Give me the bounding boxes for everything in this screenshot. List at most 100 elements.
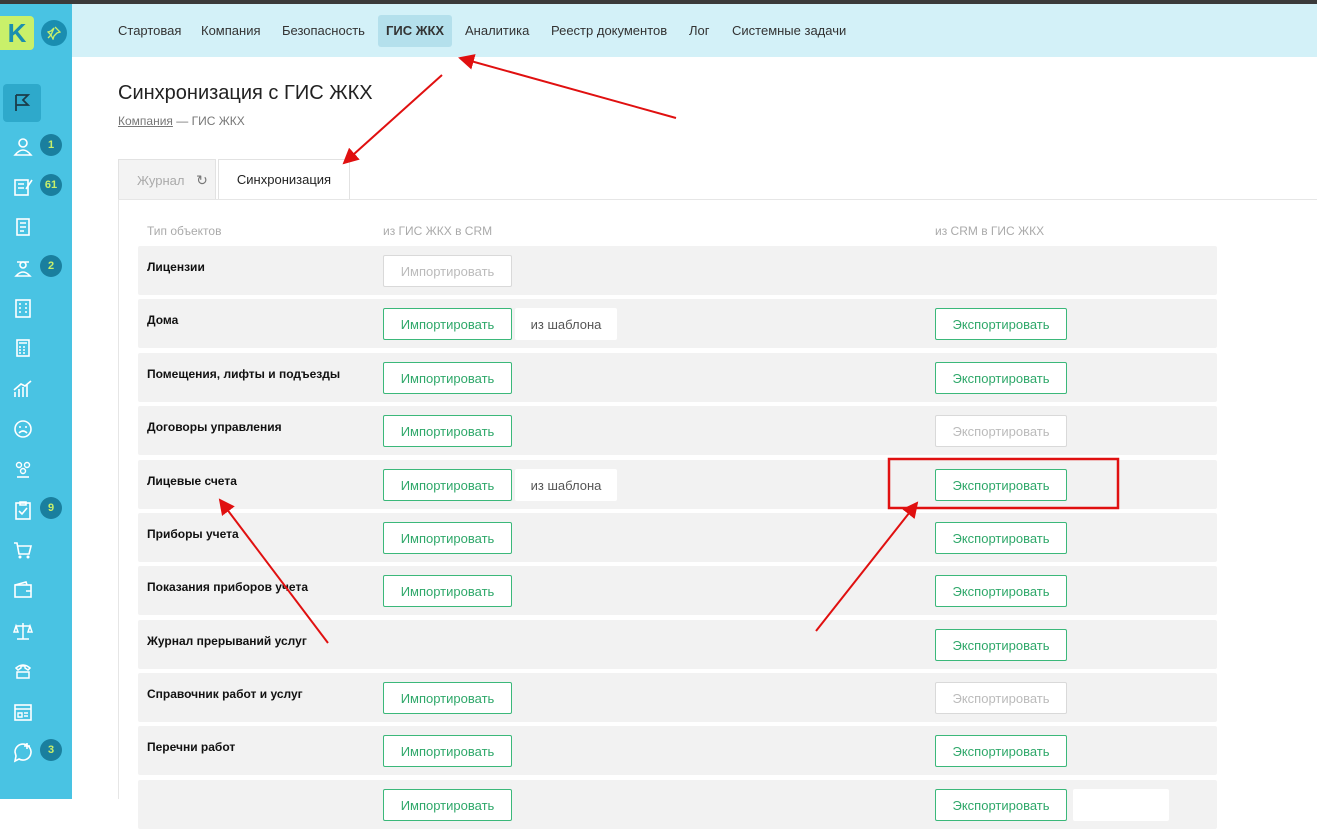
nav-gis-zhkh[interactable]: ГИС ЖКХ	[378, 15, 453, 47]
import-button[interactable]: Импортировать	[383, 735, 512, 767]
chart-icon	[9, 375, 37, 403]
import-button[interactable]: Импортировать	[383, 575, 512, 607]
export-button[interactable]: Экспортировать	[935, 415, 1067, 447]
sidebar-item-calculator[interactable]	[0, 330, 72, 370]
table-row: Перечни работ Импортировать Экспортировать	[138, 726, 1217, 775]
sidebar-item-sad-face[interactable]	[0, 411, 72, 451]
export-button[interactable]: Экспортировать	[935, 575, 1067, 607]
nav-log[interactable]: Лог	[681, 15, 718, 47]
cart-icon	[9, 536, 37, 564]
scales-icon	[9, 617, 37, 645]
group-icon	[9, 455, 37, 483]
export-button[interactable]: Экспортировать	[935, 362, 1067, 394]
tab-journal[interactable]: Журнал ↻	[118, 159, 216, 199]
from-template-button[interactable]: из шаблона	[515, 469, 617, 501]
nav-analytics[interactable]: Аналитика	[457, 15, 537, 47]
refresh-icon[interactable]: ↻	[196, 172, 208, 188]
import-button[interactable]: Импортировать	[383, 415, 512, 447]
sidebar-item-scales[interactable]	[0, 613, 72, 653]
page-title: Синхронизация с ГИС ЖКХ	[118, 82, 373, 104]
breadcrumb-link-company[interactable]: Компания	[118, 114, 173, 128]
breadcrumb-current: ГИС ЖКХ	[191, 114, 245, 128]
tab-sync[interactable]: Синхронизация	[218, 159, 350, 199]
nav-security[interactable]: Безопасность	[274, 15, 373, 47]
table-row: Приборы учета Импортировать Экспортировать	[138, 513, 1217, 562]
extra-button[interactable]	[1073, 789, 1169, 821]
clipboard-check-icon	[9, 496, 37, 524]
export-button[interactable]: Экспортировать	[935, 469, 1067, 501]
tab-journal-label: Журнал	[137, 173, 185, 188]
table-row: Показания приборов учета Импортировать Экс…	[138, 566, 1217, 615]
sidebar-item-group[interactable]	[0, 451, 72, 491]
wallet-icon	[9, 576, 37, 604]
sidebar-badge: 61	[40, 174, 62, 196]
nav-system-tasks[interactable]: Системные задачи	[724, 15, 854, 47]
export-button[interactable]: Экспортировать	[935, 522, 1067, 554]
flag-icon	[3, 84, 41, 122]
calculator-icon	[9, 334, 37, 362]
sidebar-item-users[interactable]: 1	[0, 129, 72, 169]
import-button[interactable]: Импортировать	[383, 308, 512, 340]
sidebar-item-cart[interactable]	[0, 532, 72, 572]
nav-start[interactable]: Стартовая	[110, 15, 189, 47]
sidebar-item-documents[interactable]	[0, 209, 72, 249]
sidebar-item-clipboard-check[interactable]: 9	[0, 492, 72, 532]
import-button[interactable]: Импортировать	[383, 255, 512, 287]
app-logo[interactable]: K	[0, 16, 34, 50]
sidebar-item-edit-list[interactable]: 61	[0, 169, 72, 209]
import-button[interactable]: Импортировать	[383, 362, 512, 394]
table-row: Лицензии Импортировать	[138, 246, 1217, 295]
table-row: Дома Импортировать из шаблона Экспортироват…	[138, 299, 1217, 348]
export-button[interactable]: Экспортировать	[935, 682, 1067, 714]
card-icon	[9, 698, 37, 726]
import-button[interactable]: Импортировать	[383, 522, 512, 554]
import-button[interactable]: Импортировать	[383, 469, 512, 501]
sidebar-item-flag[interactable]	[0, 84, 72, 126]
sad-face-icon	[9, 415, 37, 443]
nav-company[interactable]: Компания	[193, 15, 269, 47]
top-navigation: Стартовая Компания Безопасность ГИС ЖКХ …	[72, 4, 1317, 57]
header-object-type: Тип объектов	[147, 224, 222, 238]
pin-icon[interactable]	[41, 20, 67, 46]
import-button[interactable]: Импортировать	[383, 789, 512, 821]
sidebar-item-wallet[interactable]	[0, 572, 72, 612]
sidebar-item-chat-add[interactable]: 3	[0, 734, 72, 774]
table-row: Лицевые счета Импортировать из шаблона Эксп…	[138, 460, 1217, 509]
row-object-type: Лицензии	[147, 260, 205, 274]
breadcrumb-separator: —	[172, 114, 192, 128]
export-button[interactable]: Экспортировать	[935, 789, 1067, 821]
sidebar-badge: 9	[40, 497, 62, 519]
row-object-type: Показания приборов учета	[147, 580, 308, 594]
export-button[interactable]: Экспортировать	[935, 308, 1067, 340]
sidebar-item-chart[interactable]	[0, 371, 72, 411]
chat-add-icon	[9, 738, 37, 766]
row-object-type: Договоры управления	[147, 420, 282, 434]
from-template-button[interactable]: из шаблона	[515, 308, 617, 340]
worker-icon	[9, 254, 37, 282]
sidebar-item-phone[interactable]	[0, 653, 72, 693]
row-object-type: Журнал прерываний услуг	[147, 634, 307, 648]
users-icon	[9, 133, 37, 161]
phone-icon	[9, 657, 37, 685]
sidebar-badge: 2	[40, 255, 62, 277]
annotation-arrow	[458, 54, 677, 119]
sidebar: K 1 61 2 9 3	[0, 4, 72, 799]
export-button[interactable]: Экспортировать	[935, 629, 1067, 661]
sidebar-item-worker[interactable]: 2	[0, 250, 72, 290]
sidebar-item-card[interactable]	[0, 694, 72, 734]
row-object-type: Перечни работ	[147, 740, 236, 754]
import-button[interactable]: Импортировать	[383, 682, 512, 714]
export-button[interactable]: Экспортировать	[935, 735, 1067, 767]
table-row: Договоры управления Импортировать Экспорти…	[138, 406, 1217, 455]
sidebar-item-building[interactable]	[0, 290, 72, 330]
row-object-type: Помещения, лифты и подъезды	[147, 367, 341, 381]
row-object-type: Приборы учета	[147, 527, 239, 541]
building-icon	[9, 294, 37, 322]
table-row: Журнал прерываний услуг Экспортировать	[138, 620, 1217, 669]
sidebar-badge: 3	[40, 739, 62, 761]
table-row: Импортировать Экспортировать	[138, 780, 1217, 829]
documents-icon	[9, 213, 37, 241]
table-row: Справочник работ и услуг Импортировать Экс…	[138, 673, 1217, 722]
row-object-type: Справочник работ и услуг	[147, 687, 303, 701]
nav-document-registry[interactable]: Реестр документов	[543, 15, 675, 47]
